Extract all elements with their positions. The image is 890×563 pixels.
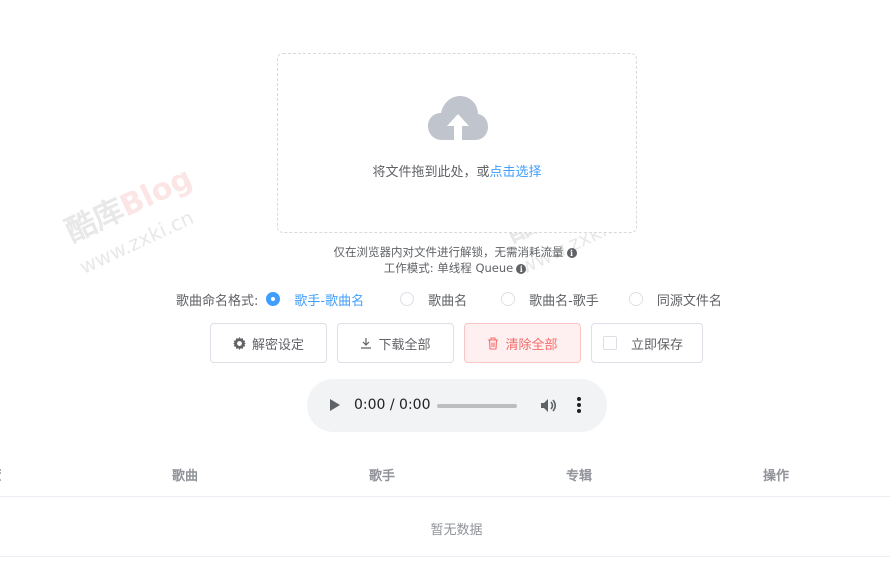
naming-format-group: 歌曲命名格式: 歌手-歌曲名 歌曲名 歌曲名-歌手 同源文件名 xyxy=(176,289,748,309)
decrypt-settings-button[interactable]: 解密设定 xyxy=(210,323,327,363)
radio-circle xyxy=(400,292,415,306)
radio-artist-title[interactable]: 歌手-歌曲名 xyxy=(266,290,364,309)
radio-circle xyxy=(266,292,281,306)
tip-work-mode: 工作模式: 单线程 Queue i xyxy=(0,260,890,276)
empty-text: 暂无数据 xyxy=(430,523,483,538)
upload-dropzone[interactable]: 将文件拖到此处，或点击选择 xyxy=(277,53,637,233)
table-header: 面 歌曲 歌手 专辑 操作 xyxy=(0,449,890,497)
playback-time: 0:00 / 0:00 xyxy=(354,397,431,413)
trash-icon xyxy=(488,336,499,350)
info-icon: i xyxy=(516,264,527,274)
info-icon: i xyxy=(566,248,577,258)
table-empty-row: 暂无数据 xyxy=(0,498,890,557)
radio-circle xyxy=(628,292,643,306)
tip-local-unlock: 仅在浏览器内对文件进行解锁，无需消耗流量 i xyxy=(0,244,890,260)
watermark-logo: 酷库Blog xyxy=(60,160,198,250)
upload-text: 将文件拖到此处，或点击选择 xyxy=(372,165,542,180)
more-options-icon[interactable] xyxy=(576,396,582,414)
play-icon[interactable] xyxy=(329,398,341,412)
column-song: 歌曲 xyxy=(171,469,198,484)
volume-icon[interactable] xyxy=(540,397,558,414)
column-artist: 歌手 xyxy=(368,469,395,484)
audio-player: 0:00 / 0:00 xyxy=(307,379,607,432)
column-album: 专辑 xyxy=(565,469,592,484)
checkbox-box[interactable] xyxy=(603,336,617,350)
radio-title[interactable]: 歌曲名 xyxy=(400,290,467,309)
naming-format-label: 歌曲命名格式: xyxy=(176,293,259,309)
save-now-checkbox[interactable]: 立即保存 xyxy=(591,323,703,363)
download-icon xyxy=(361,338,372,349)
cloud-upload-icon xyxy=(428,96,488,140)
select-file-link[interactable]: 点击选择 xyxy=(490,165,542,180)
clear-all-button[interactable]: 清除全部 xyxy=(464,323,581,363)
radio-source-filename[interactable]: 同源文件名 xyxy=(628,290,722,309)
download-all-button[interactable]: 下载全部 xyxy=(337,323,454,363)
column-actions: 操作 xyxy=(762,469,789,484)
seek-bar[interactable] xyxy=(437,404,517,408)
radio-title-artist[interactable]: 歌曲名-歌手 xyxy=(501,290,599,309)
gear-icon xyxy=(232,336,246,350)
radio-circle xyxy=(501,292,516,306)
